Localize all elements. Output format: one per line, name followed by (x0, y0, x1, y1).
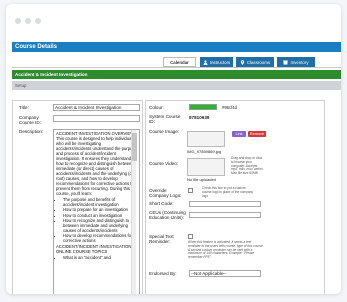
description-scrollbar[interactable] (131, 130, 137, 294)
person-icon (203, 60, 208, 66)
course-banner: Accident & Incident Investigation (12, 70, 341, 79)
window-titlebar (6, 4, 341, 38)
description-intro: ACCIDENT INVESTIGATION OVERVIEW This cou… (56, 131, 137, 196)
right-pane: Colour: #96cf4d System Course ID: 978109… (145, 100, 325, 294)
list-item: How to prepare for an investigation (63, 207, 137, 212)
title-label: Title: (19, 105, 29, 110)
endorsed-by-value: --Not Applicable-- (191, 271, 227, 276)
colour-label: Colour: (149, 105, 164, 110)
page-content: Course Details Calendar Instructors Clas… (12, 42, 341, 294)
course-image-label: Course Image: (149, 129, 180, 134)
ceus-label: CEUs (Continuing Education Units): (149, 210, 186, 221)
video-dropzone[interactable] (187, 158, 225, 176)
window-dot (15, 18, 21, 24)
section-header-setup[interactable]: Setup (12, 81, 341, 90)
colour-swatch[interactable] (189, 104, 217, 110)
company-course-id-label: Company Course ID: (19, 115, 41, 126)
title-input[interactable]: Accident & Incident Investigation (53, 104, 140, 111)
list-item: What is an "accident" and (63, 255, 137, 260)
description-bullets-2: What is an "accident" and (63, 255, 137, 260)
description-outro: ACCIDENT/INCIDENT INVESTIGATION ONLINE C… (56, 244, 132, 255)
window-dot (25, 18, 31, 24)
system-course-id-value: 97810939 (189, 115, 210, 120)
tab-classrooms[interactable]: Classrooms (236, 57, 274, 67)
override-logo-checkbox[interactable] (188, 188, 193, 193)
course-image-filename: IMG_97859869.jpg (187, 149, 222, 154)
short-code-label: Short Code: (149, 201, 174, 206)
video-no-file-text: No file uploaded (187, 177, 216, 182)
description-bullets: The purpose and benefits of accident/inc… (63, 197, 137, 243)
tab-instructors[interactable]: Instructors (200, 57, 233, 67)
video-upload-note: Drag and drop or click to browse your co… (231, 156, 264, 176)
list-item: The purpose and benefits of accident/inc… (63, 197, 137, 207)
tab-bar: Calendar Instructors Classrooms Inventor… (12, 55, 341, 68)
app-window: Course Details Calendar Instructors Clas… (6, 4, 341, 294)
endorsed-by-select[interactable]: --Not Applicable-- (189, 270, 261, 277)
left-pane: Title: Accident & Incident Investigation… (12, 100, 143, 294)
endorsed-by-label: Endorsed By: (149, 271, 177, 276)
ceus-input[interactable] (189, 212, 261, 218)
scrollbar-thumb[interactable] (132, 133, 137, 161)
tab-calendar[interactable]: Calendar (163, 57, 196, 67)
course-video-label: Course Video: (149, 161, 179, 166)
window-dot (35, 18, 41, 24)
special-text-label: Special Text Reminder: (149, 234, 174, 245)
tab-inventory[interactable]: Inventory (277, 57, 315, 67)
page-title: Course Details (12, 42, 341, 52)
list-item: How to conduct an investigation (63, 213, 137, 218)
special-text-checkbox[interactable] (188, 234, 193, 239)
special-text-note: When this feature is activated, it sends… (188, 240, 264, 260)
override-logo-note: Check this box to put a custom course lo… (202, 186, 254, 198)
course-image-thumbnail (187, 131, 225, 147)
tab-label: Inventory (290, 60, 309, 65)
short-code-input[interactable] (189, 201, 261, 207)
link-image-button[interactable]: Link (232, 131, 246, 137)
description-label: Description: (19, 129, 44, 134)
tab-label: Classrooms (246, 60, 271, 65)
company-course-id-input[interactable] (53, 115, 140, 122)
location-pin-icon (240, 60, 245, 66)
remove-image-button[interactable]: Remove (248, 131, 266, 137)
description-editor[interactable]: ACCIDENT INVESTIGATION OVERVIEW This cou… (53, 129, 140, 294)
colour-code: #96cf4d (222, 105, 237, 110)
override-logo-label: Override Company Logo: (149, 188, 182, 199)
system-course-id-label: System Course ID: (149, 114, 181, 125)
tab-label: Instructors (209, 60, 231, 65)
list-item: How to develop recommendations for corre… (63, 233, 137, 243)
list-item: How to recognize and distinguish to betw… (63, 218, 137, 233)
tab-label: Calendar (170, 60, 189, 65)
box-icon (283, 60, 289, 65)
